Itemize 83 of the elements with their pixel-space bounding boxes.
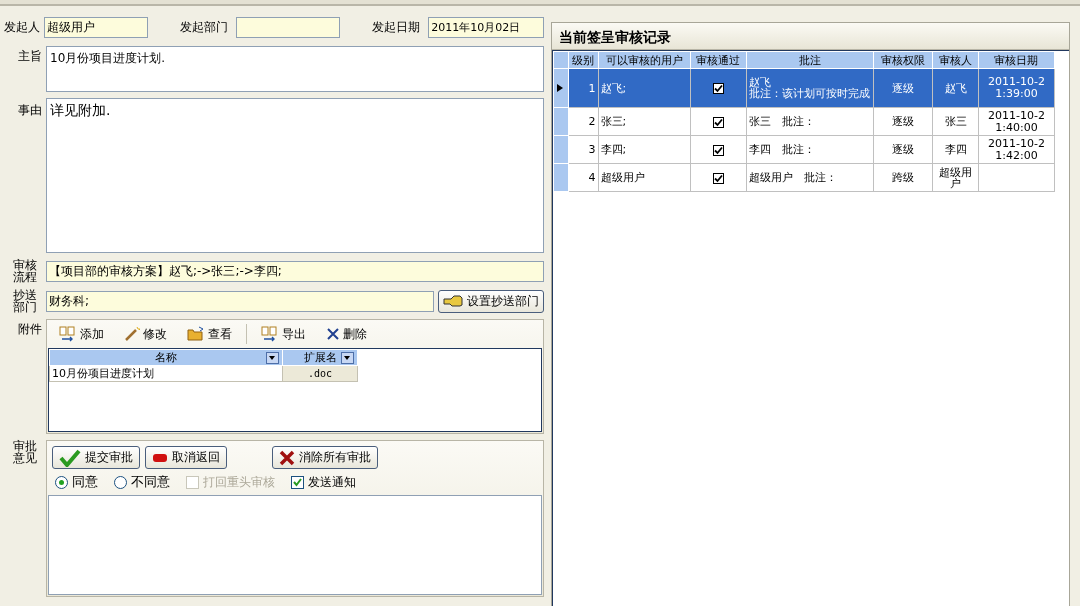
cell-text: 赵飞 xyxy=(748,77,772,88)
input-field[interactable]: 超级用户 xyxy=(43,16,149,38)
cell-text: 张三 批注： xyxy=(748,116,816,127)
column-header[interactable]: 名称 xyxy=(49,349,283,366)
cell-text: 超级用户 批注： xyxy=(748,172,838,183)
table-cell: 2 xyxy=(568,107,599,136)
table-cell: 10月份项目进度计划 xyxy=(49,365,283,382)
table-cell: 2011-10-2 1:42:00 xyxy=(978,135,1055,164)
toolbar-button[interactable]: 查看 xyxy=(181,323,238,345)
field-label: 发起部门 xyxy=(178,18,228,36)
toolbar-button[interactable]: 导出 xyxy=(255,323,312,345)
check-icon xyxy=(292,476,303,488)
comment-field[interactable] xyxy=(48,495,542,595)
toolbar-button[interactable]: 删除 xyxy=(320,323,373,345)
column-header[interactable]: 审核通过 xyxy=(690,51,747,69)
field-label: 发起日期 xyxy=(371,18,421,36)
checkbox[interactable] xyxy=(712,144,724,156)
delete-icon xyxy=(326,327,340,341)
radio-option[interactable]: 不同意 xyxy=(114,473,170,491)
cross-icon xyxy=(279,449,295,466)
cell-text: 李四 批注： xyxy=(748,144,816,155)
field-label: 发起人 xyxy=(2,18,40,36)
dropdown-icon[interactable] xyxy=(341,352,354,364)
stop-icon xyxy=(152,452,168,463)
table-cell: 4 xyxy=(568,163,599,192)
toolbar-button[interactable]: 修改 xyxy=(118,323,173,345)
table-cell: 张三; xyxy=(598,107,691,136)
table-cell: 跨级 xyxy=(873,163,933,192)
toolbar-button[interactable]: 添加 xyxy=(53,323,110,345)
table-cell: 2011-10-2 1:39:00 xyxy=(978,68,1055,108)
field-label: 审核流程 xyxy=(12,259,38,283)
date-field[interactable]: 2011年10月02日 xyxy=(428,16,544,38)
table-row[interactable]: 3 李四; 李四 批注： 逐级 李四 2011-10-2 1:42:00 xyxy=(553,135,1055,164)
panel-title: 当前签呈审核记录 xyxy=(552,23,1069,50)
table-row[interactable]: 1 赵飞; 赵飞 批注：该计划可按时完成 逐级 赵飞 2011-10-2 1:39:00 xyxy=(553,68,1055,108)
column-header[interactable]: 可以审核的用户 xyxy=(598,51,691,69)
folder-icon xyxy=(187,326,205,342)
radio-option[interactable]: 同意 xyxy=(55,473,98,491)
table-cell: 张三 xyxy=(932,107,979,136)
export-icon xyxy=(261,326,279,342)
table-cell: 逐级 xyxy=(873,135,933,164)
cell-text: 批注：该计划可按时完成 xyxy=(748,88,871,99)
set-cc-button[interactable]: 设置抄送部门 xyxy=(438,289,544,313)
table-cell: 逐级 xyxy=(873,68,933,108)
table-cell: 逐级 xyxy=(873,107,933,136)
cc-field[interactable]: 财务科; xyxy=(46,290,434,312)
check-icon xyxy=(59,448,81,467)
add-icon xyxy=(59,326,77,342)
table-cell: 3 xyxy=(568,135,599,164)
field-label: 附件 xyxy=(17,321,42,335)
table-cell: 李四; xyxy=(598,135,691,164)
table-row[interactable]: 4 超级用户 超级用户 批注： 跨级 超级用户 xyxy=(553,163,1055,192)
column-header[interactable]: 批注 xyxy=(746,51,874,69)
reason-field[interactable]: 详见附加. xyxy=(46,98,544,253)
table-cell: 2011-10-2 1:40:00 xyxy=(978,107,1055,136)
table-cell: 李四 xyxy=(932,135,979,164)
action-button[interactable]: 消除所有审批 xyxy=(272,446,378,469)
table-row[interactable]: 2 张三; 张三 批注： 逐级 张三 2011-10-2 1:40:00 xyxy=(553,107,1055,136)
input-field[interactable] xyxy=(235,16,341,38)
dropdown-icon[interactable] xyxy=(266,352,279,364)
table-cell: 赵飞 xyxy=(932,68,979,108)
hand-icon xyxy=(443,295,463,307)
field-label: 审批意见 xyxy=(12,440,38,464)
column-header[interactable]: 审核人 xyxy=(932,51,979,69)
checkbox-option[interactable]: 发送通知 xyxy=(291,473,356,491)
table-cell: 超级用户 xyxy=(932,163,979,192)
action-button[interactable]: 提交审批 xyxy=(52,446,140,469)
field-label: 主旨 xyxy=(17,48,42,62)
field-label: 抄送部门 xyxy=(12,289,38,313)
column-header[interactable]: 扩展名 xyxy=(282,349,358,366)
field-label: 事由 xyxy=(17,102,42,116)
column-header[interactable]: 审核日期 xyxy=(978,51,1055,69)
column-header[interactable]: 审核权限 xyxy=(873,51,933,69)
action-button[interactable]: 取消返回 xyxy=(145,446,227,469)
column-header[interactable]: 级别 xyxy=(568,51,599,69)
wand-icon xyxy=(124,326,140,342)
flow-field[interactable]: 【项目部的审核方案】赵飞;->张三;->李四; xyxy=(46,260,544,282)
subject-field[interactable]: 10月份项目进度计划. xyxy=(46,46,544,92)
checkbox[interactable] xyxy=(712,83,724,94)
checkbox[interactable] xyxy=(712,172,724,184)
table-cell: 赵飞; xyxy=(598,68,691,108)
table-cell: 超级用户 xyxy=(598,163,691,192)
checkbox[interactable] xyxy=(712,116,724,128)
